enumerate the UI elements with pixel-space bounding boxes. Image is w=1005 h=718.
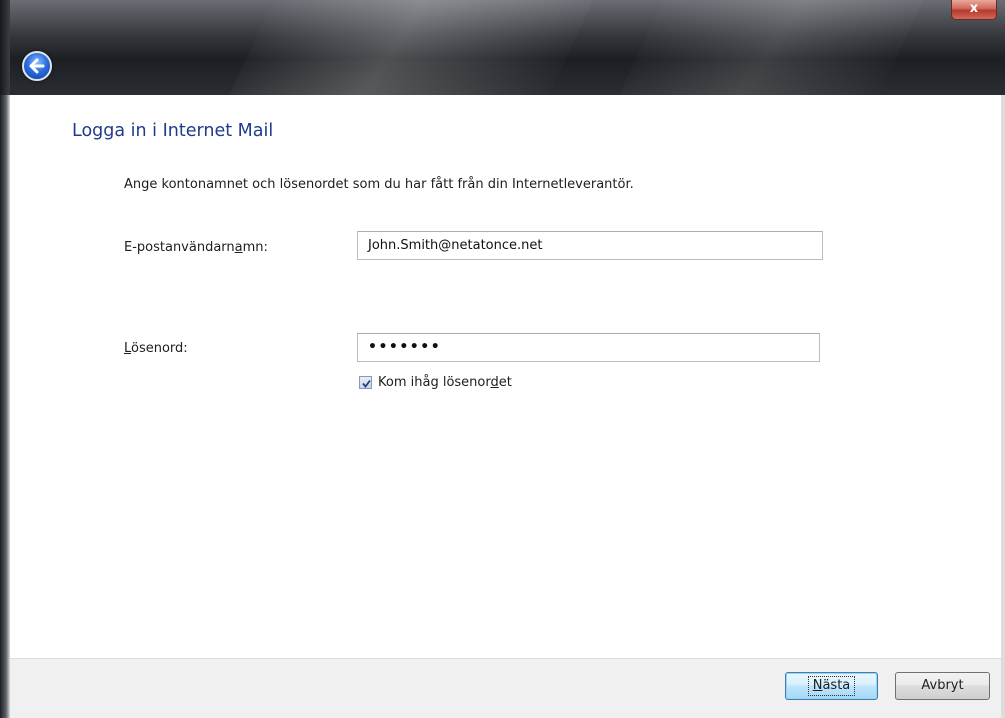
password-label: Lösenord: bbox=[124, 341, 188, 356]
password-input[interactable]: ••••••• bbox=[357, 333, 820, 362]
mail-setup-dialog: x Logga in i Internet Mail Ange kontonam… bbox=[0, 0, 1005, 718]
close-icon: x bbox=[969, 1, 979, 16]
remember-password-checkbox[interactable] bbox=[359, 376, 372, 389]
back-button[interactable] bbox=[22, 51, 52, 81]
remember-password-label[interactable]: Kom ihåg lösenordet bbox=[378, 375, 512, 390]
next-button[interactable]: Nästa bbox=[785, 672, 878, 700]
checkmark-icon bbox=[362, 379, 371, 388]
page-title: Logga in i Internet Mail bbox=[72, 121, 274, 141]
cancel-button[interactable]: Avbryt bbox=[895, 672, 990, 700]
username-input[interactable]: John.Smith@netatonce.net bbox=[357, 231, 823, 260]
back-arrow-icon bbox=[29, 58, 45, 74]
instruction-text: Ange kontonamnet och lösenordet som du h… bbox=[124, 177, 634, 192]
username-label: E-postanvändarnamn: bbox=[124, 240, 268, 255]
title-bar: x bbox=[0, 0, 1005, 95]
footer-bar: Nästa Avbryt bbox=[10, 658, 1001, 718]
close-button[interactable]: x bbox=[951, 0, 997, 20]
